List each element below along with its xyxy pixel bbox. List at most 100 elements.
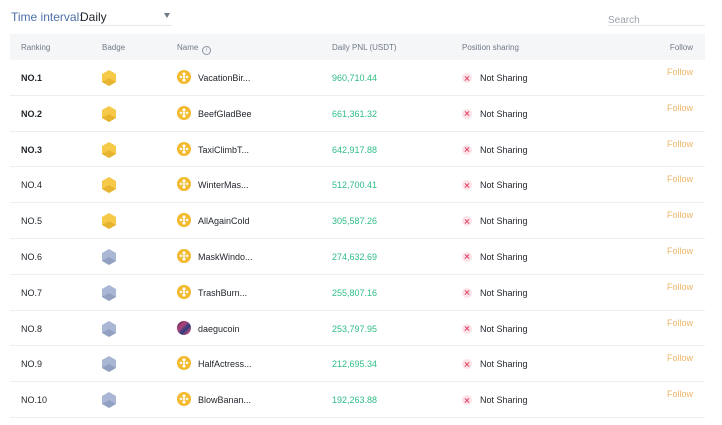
info-icon[interactable]: i <box>202 46 212 55</box>
header-name-label: Name <box>177 43 199 52</box>
silver-hexagon-badge-icon <box>102 392 116 409</box>
follow-button[interactable]: Follow <box>667 246 693 256</box>
daily-pnl-value: 192,263.88 <box>332 395 378 406</box>
trader-name[interactable]: MaskWindo... <box>198 252 253 262</box>
header-position-sharing: Position sharing <box>462 43 519 52</box>
follow-button[interactable]: Follow <box>667 353 693 363</box>
bnb-logo-icon <box>177 284 191 299</box>
trader-name[interactable]: WinterMas... <box>198 180 249 190</box>
rank-cell: NO.9 <box>21 359 43 370</box>
header-name: Name i <box>177 43 212 55</box>
rank-cell: NO.8 <box>21 323 43 334</box>
filter-bar: Time interval: Daily <box>0 0 722 34</box>
bnb-logo-icon <box>177 356 191 371</box>
table-row[interactable]: NO.1 VacationBir... 960,710.44 Not Sharing F… <box>10 60 705 96</box>
daily-pnl-value: 642,917.88 <box>332 144 378 155</box>
follow-button[interactable]: Follow <box>667 389 693 399</box>
follow-button[interactable]: Follow <box>667 103 693 113</box>
rank-cell: NO.2 <box>21 108 43 119</box>
gold-hexagon-badge-icon <box>102 70 116 86</box>
position-sharing-status: Not Sharing <box>480 287 528 298</box>
table-body: NO.1 VacationBir... 960,710.44 Not Sharing F… <box>10 60 705 418</box>
rank-cell: NO.10 <box>21 395 48 406</box>
bnb-logo-icon <box>177 141 191 156</box>
position-sharing-status: Not Sharing <box>480 216 528 227</box>
position-sharing-status: Not Sharing <box>480 395 528 406</box>
gold-hexagon-badge-icon <box>102 105 116 122</box>
user-photo-avatar <box>177 320 191 335</box>
not-sharing-icon <box>462 359 472 370</box>
not-sharing-icon <box>462 216 472 227</box>
bnb-logo-icon <box>177 213 191 228</box>
silver-hexagon-badge-icon <box>102 320 116 337</box>
bnb-logo-icon <box>177 105 191 120</box>
daily-pnl-value: 305,587.26 <box>332 216 378 227</box>
trader-name[interactable]: BlowBanan... <box>198 395 251 405</box>
search-underline <box>608 25 705 26</box>
table-row[interactable]: NO.10 BlowBanan... 192,263.88 Not Sharing Fo… <box>10 382 705 418</box>
gold-hexagon-badge-icon <box>102 213 116 230</box>
daily-pnl-value: 960,710.44 <box>332 73 378 83</box>
position-sharing-status: Not Sharing <box>480 251 528 262</box>
position-sharing-status: Not Sharing <box>480 73 528 83</box>
table-row[interactable]: NO.3 TaxiClimbT... 642,917.88 Not Sharing Fo… <box>10 132 705 168</box>
daily-pnl-value: 661,361.32 <box>332 108 378 119</box>
gold-hexagon-badge-icon <box>102 141 116 158</box>
bnb-logo-icon <box>177 70 191 84</box>
bnb-logo-icon <box>177 248 191 263</box>
follow-button[interactable]: Follow <box>667 174 693 184</box>
follow-button[interactable]: Follow <box>667 210 693 220</box>
header-follow: Follow <box>669 43 693 52</box>
header-daily-pnl: Daily PNL (USDT) <box>332 43 397 52</box>
table-row[interactable]: NO.6 MaskWindo... 274,632.69 Not Sharing Fol… <box>10 239 705 275</box>
position-sharing-status: Not Sharing <box>480 144 528 155</box>
trader-name[interactable]: TaxiClimbT... <box>198 145 249 155</box>
daily-pnl-value: 274,632.69 <box>332 251 378 262</box>
select-underline <box>80 25 172 26</box>
table-row[interactable]: NO.9 HalfActress... 212,695.34 Not Sharing F… <box>10 346 705 383</box>
caret-down-icon <box>164 13 170 18</box>
position-sharing-status: Not Sharing <box>480 108 528 119</box>
position-sharing-status: Not Sharing <box>480 359 528 370</box>
not-sharing-icon <box>462 395 472 406</box>
table-row[interactable]: NO.7 TrashBurn... 255,807.16 Not Sharing Fol… <box>10 275 705 311</box>
follow-button[interactable]: Follow <box>667 318 693 328</box>
bnb-logo-icon <box>177 177 191 192</box>
not-sharing-icon <box>462 108 472 119</box>
silver-hexagon-badge-icon <box>102 248 116 265</box>
rank-cell: NO.1 <box>21 73 43 83</box>
follow-button[interactable]: Follow <box>667 139 693 149</box>
trader-name[interactable]: VacationBir... <box>198 73 250 83</box>
rank-cell: NO.4 <box>21 180 43 191</box>
rank-cell: NO.7 <box>21 287 43 298</box>
not-sharing-icon <box>462 144 472 155</box>
table-row[interactable]: NO.5 AllAgainCold 305,587.26 Not Sharing Fol… <box>10 203 705 239</box>
header-ranking: Ranking <box>21 43 51 52</box>
leaderboard-table: Ranking Badge Name i Daily PNL (USDT) Pos… <box>10 34 705 418</box>
trader-name[interactable]: AllAgainCold <box>198 216 250 226</box>
rank-cell: NO.6 <box>21 251 43 262</box>
not-sharing-icon <box>462 251 472 262</box>
table-row[interactable]: NO.2 BeefGladBee 661,361.32 Not Sharing Foll… <box>10 96 705 132</box>
trader-name[interactable]: BeefGladBee <box>198 109 252 119</box>
not-sharing-icon <box>462 73 472 83</box>
table-row[interactable]: NO.8 daegucoin 253,797.95 Not Sharing Follow <box>10 311 705 347</box>
not-sharing-icon <box>462 180 472 191</box>
trader-name[interactable]: daegucoin <box>198 324 240 334</box>
silver-hexagon-badge-icon <box>102 356 116 373</box>
time-interval-select[interactable]: Daily <box>80 8 172 26</box>
follow-button[interactable]: Follow <box>667 282 693 292</box>
not-sharing-icon <box>462 323 472 334</box>
daily-pnl-value: 253,797.95 <box>332 323 378 334</box>
search-box <box>608 10 705 28</box>
trader-name[interactable]: HalfActress... <box>198 359 252 369</box>
header-badge: Badge <box>102 43 126 52</box>
bnb-logo-icon <box>177 392 191 407</box>
follow-button[interactable]: Follow <box>667 67 693 77</box>
position-sharing-status: Not Sharing <box>480 180 528 191</box>
rank-cell: NO.3 <box>21 144 43 155</box>
daily-pnl-value: 212,695.34 <box>332 359 378 370</box>
table-row[interactable]: NO.4 WinterMas... 512,700.41 Not Sharing Fol… <box>10 167 705 204</box>
daily-pnl-value: 255,807.16 <box>332 287 378 298</box>
trader-name[interactable]: TrashBurn... <box>198 288 247 298</box>
